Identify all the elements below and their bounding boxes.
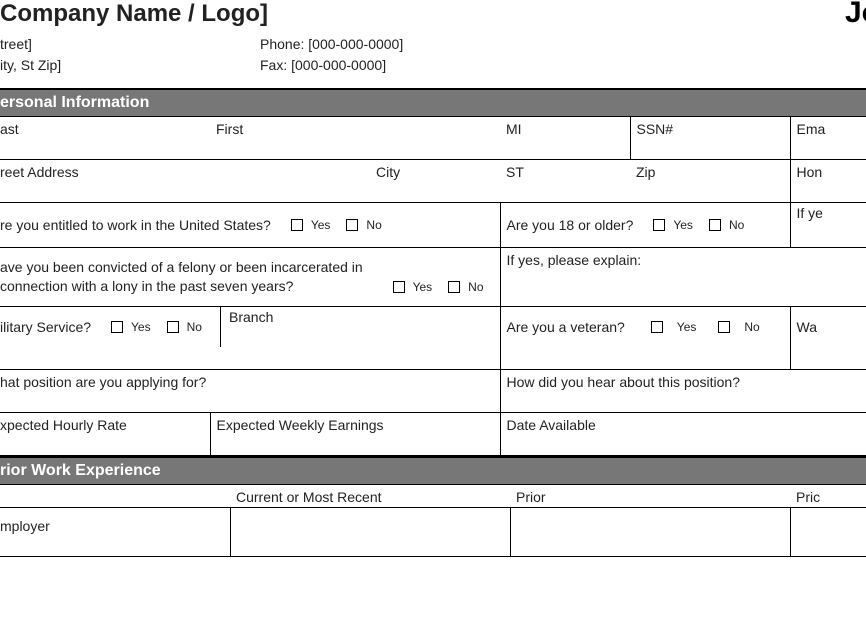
label-hourly-rate: xpected Hourly Rate [0, 412, 210, 455]
prior-work-table: Current or Most Recent Prior Pric mploye… [0, 485, 866, 557]
field-employer-prior2[interactable] [790, 507, 866, 556]
label-zip: Zip [630, 160, 790, 203]
checkbox-felony-yes[interactable] [393, 281, 405, 293]
checkbox-18-no[interactable] [709, 219, 721, 231]
company-phone: Phone: [000-000-0000] [260, 34, 403, 55]
question-position: hat position are you applying for? [0, 369, 500, 412]
document-title: Jo [845, 0, 866, 30]
document-header: Company Name / Logo] treet] Phone: [000-… [0, 0, 866, 88]
field-employer-prior1[interactable] [510, 507, 790, 556]
checkbox-felony-no[interactable] [448, 281, 460, 293]
question-work-entitled: re you entitled to work in the United St… [0, 203, 500, 248]
company-city-st-zip: ity, St Zip] [0, 55, 260, 76]
label-ssn: SSN# [630, 117, 790, 160]
label-current-recent: Current or Most Recent [230, 485, 510, 508]
checkbox-work-yes[interactable] [291, 219, 303, 231]
personal-info-table: ast First MI SSN# Ema reet Address City … [0, 117, 866, 456]
label-employer: mployer [0, 507, 230, 556]
field-felony-explain: If yes, please explain: [500, 248, 866, 307]
question-veteran: Are you a veteran? Yes No [500, 306, 790, 369]
checkbox-veteran-no[interactable] [718, 321, 730, 333]
question-felony: ave you been convicted of a felony or be… [0, 248, 500, 307]
label-weekly-earnings: Expected Weekly Earnings [210, 412, 500, 455]
field-employer-current[interactable] [230, 507, 510, 556]
checkbox-military-yes[interactable] [111, 321, 123, 333]
label-employer-header [0, 485, 230, 508]
question-how-hear: How did you hear about this position? [500, 369, 866, 412]
label-email: Ema [790, 117, 866, 160]
label-first: First [210, 117, 500, 160]
label-date-available: Date Available [500, 412, 866, 455]
question-military: ilitary Service? Yes No Branch [0, 306, 500, 369]
label-city: City [370, 160, 500, 203]
company-logo-placeholder: Company Name / Logo] [0, 0, 866, 28]
question-over-18: Are you 18 or older? Yes No [500, 203, 790, 248]
label-prior-1: Prior [510, 485, 790, 508]
label-if-yes-short: If ye [790, 203, 866, 248]
section-personal-information: ersonal Information [0, 88, 866, 117]
company-street: treet] [0, 34, 260, 55]
checkbox-18-yes[interactable] [653, 219, 665, 231]
checkbox-work-no[interactable] [346, 219, 358, 231]
label-prior-2: Pric [790, 485, 866, 508]
label-last: ast [0, 117, 210, 160]
label-home-phone: Hon [790, 160, 866, 203]
label-war: Wa [790, 306, 866, 369]
label-street-address: reet Address [0, 160, 370, 203]
checkbox-veteran-yes[interactable] [651, 321, 663, 333]
checkbox-military-no[interactable] [167, 321, 179, 333]
label-branch: Branch [220, 307, 273, 347]
section-prior-work: rior Work Experience [0, 456, 866, 485]
label-st: ST [500, 160, 630, 203]
company-fax: Fax: [000-000-0000] [260, 55, 386, 76]
label-mi: MI [500, 117, 630, 160]
